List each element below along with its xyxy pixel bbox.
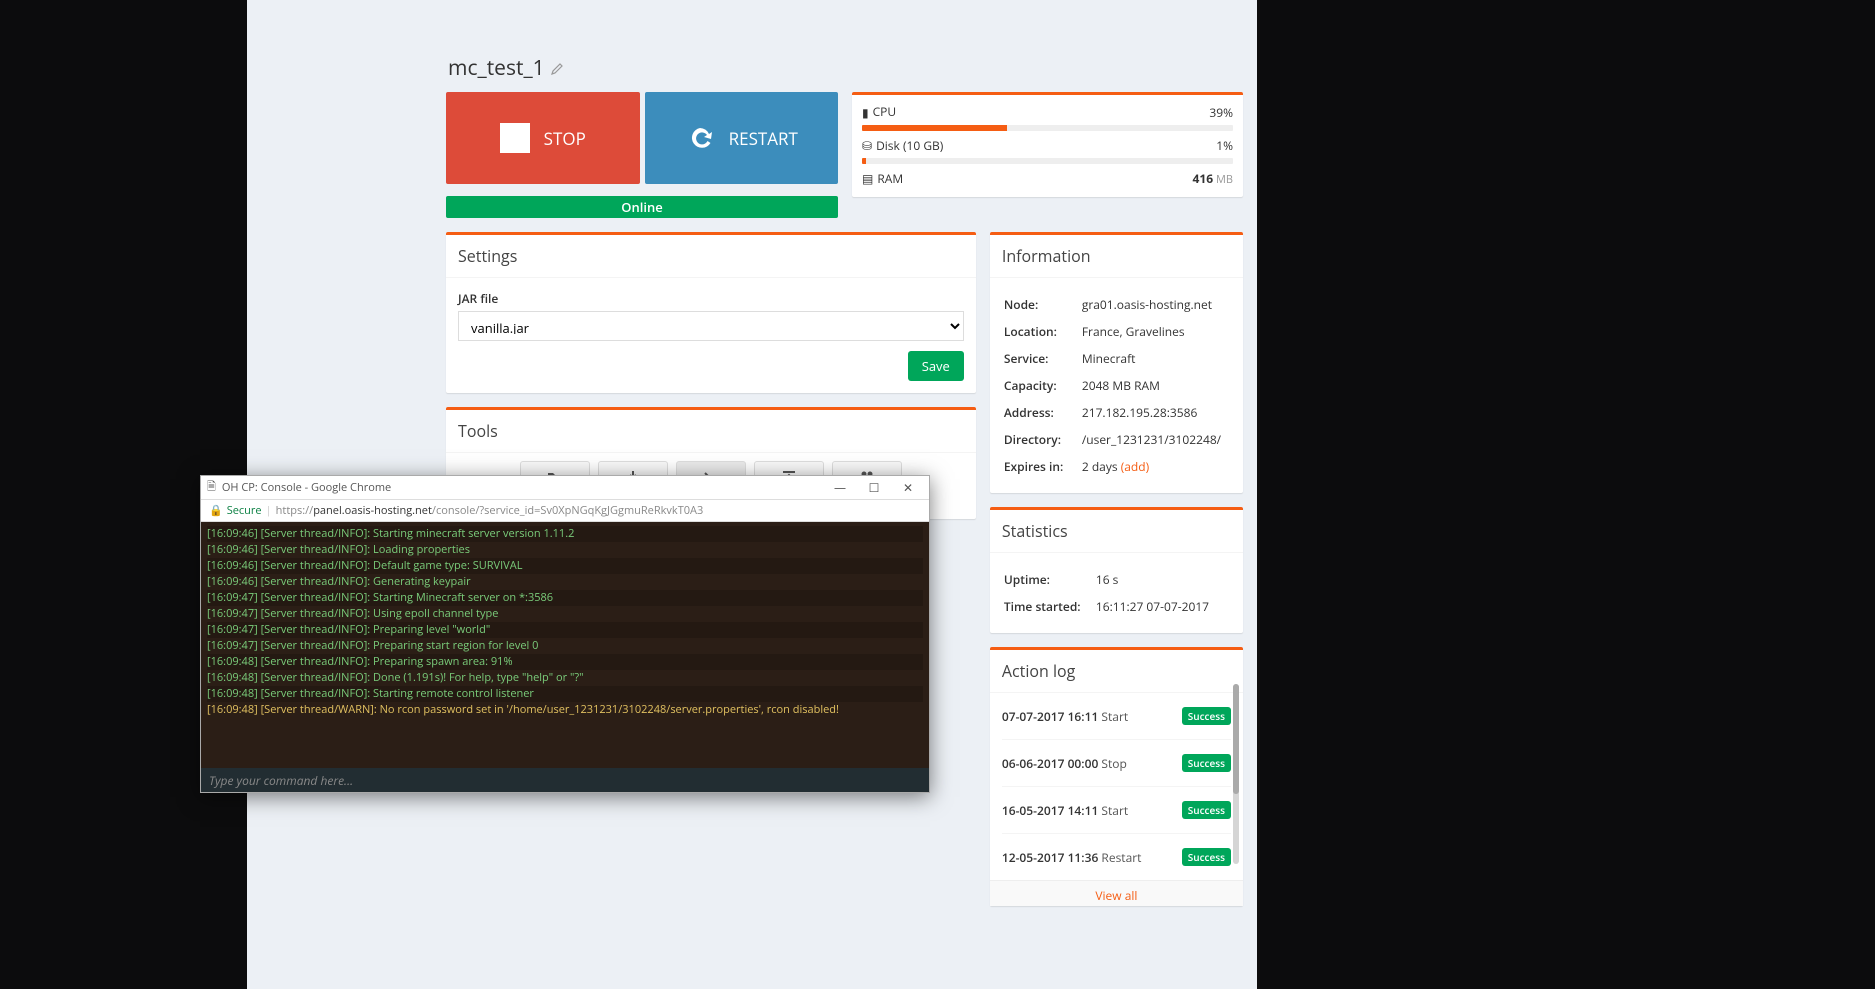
ram-label: ▤RAM [862, 170, 903, 187]
action-log-item[interactable]: 12-05-2017 11:36 RestartSuccess [1002, 834, 1231, 880]
console-line: [16:09:48] [Server thread/INFO]: Prepari… [207, 654, 923, 670]
control-buttons: STOP RESTART [446, 92, 838, 184]
mini-stats-panel: ▮CPU 39% ⛁Disk (10 GB) 1% ▤RAM 416 MB [852, 92, 1243, 197]
info-value: /user_1231231/3102248/ [1082, 427, 1229, 452]
scrollbar-thumb[interactable] [1233, 684, 1239, 794]
cpu-label: ▮CPU [862, 103, 896, 121]
info-key: Expires in: [1004, 454, 1080, 479]
info-value: 2 days (add) [1082, 454, 1229, 479]
action-log-header: Action log [990, 650, 1243, 693]
stat-value: 16:11:27 07-07-2017 [1096, 594, 1229, 619]
statistics-table: Uptime:16 s Time started:16:11:27 07-07-… [1002, 565, 1231, 621]
action-log-item[interactable]: 16-05-2017 14:11 StartSuccess [1002, 787, 1231, 834]
disk-icon: ⛁ [862, 137, 872, 154]
status-online: Online [446, 196, 838, 218]
secure-label: Secure [227, 503, 262, 518]
console-line: [16:09:47] [Server thread/INFO]: Prepari… [207, 638, 923, 654]
edit-icon[interactable] [550, 62, 564, 76]
info-value: France, Gravelines [1082, 319, 1229, 344]
console-line: [16:09:46] [Server thread/INFO]: Generat… [207, 574, 923, 590]
console-line: [16:09:46] [Server thread/INFO]: Default… [207, 558, 923, 574]
statistics-header: Statistics [990, 510, 1243, 553]
info-header: Information [990, 235, 1243, 278]
console-line: [16:09:46] [Server thread/INFO]: Loading… [207, 542, 923, 558]
info-value: 217.182.195.28:3586 [1082, 400, 1229, 425]
refresh-icon [685, 123, 715, 153]
console-line: [16:09:48] [Server thread/INFO]: Done (1… [207, 670, 923, 686]
add-time-link[interactable]: (add) [1121, 458, 1149, 475]
popup-title-bar[interactable]: 🗎 OH CP: Console - Google Chrome — ☐ ✕ [201, 476, 929, 500]
cpu-value: 39% [1209, 104, 1233, 121]
close-button[interactable]: ✕ [893, 478, 923, 498]
stat-key: Uptime: [1004, 567, 1094, 592]
info-value: gra01.oasis-hosting.net [1082, 292, 1229, 317]
info-key: Service: [1004, 346, 1080, 371]
tools-header: Tools [446, 410, 976, 453]
lock-icon: 🔒 [209, 503, 223, 518]
page-icon: 🗎 [207, 478, 216, 497]
console-line: [16:09:47] [Server thread/INFO]: Using e… [207, 606, 923, 622]
info-key: Directory: [1004, 427, 1080, 452]
url-text: https://panel.oasis-hosting.net/console/… [276, 503, 704, 518]
ram-value: 416 MB [1193, 170, 1233, 187]
info-value: Minecraft [1082, 346, 1229, 371]
console-line: [16:09:46] [Server thread/INFO]: Startin… [207, 526, 923, 542]
info-key: Location: [1004, 319, 1080, 344]
stop-label: STOP [544, 127, 586, 150]
disk-value: 1% [1216, 137, 1233, 154]
console-popup-window: 🗎 OH CP: Console - Google Chrome — ☐ ✕ 🔒… [200, 475, 930, 793]
action-log-item[interactable]: 06-06-2017 00:00 StopSuccess [1002, 740, 1231, 787]
url-bar[interactable]: 🔒 Secure | https://panel.oasis-hosting.n… [201, 500, 929, 522]
restart-button[interactable]: RESTART [645, 92, 839, 184]
console-line: [16:09:48] [Server thread/WARN]: No rcon… [207, 702, 923, 718]
minimize-button[interactable]: — [825, 478, 855, 498]
information-box: Information Node:gra01.oasis-hosting.net… [990, 232, 1243, 493]
statistics-box: Statistics Uptime:16 s Time started:16:1… [990, 507, 1243, 633]
info-key: Capacity: [1004, 373, 1080, 398]
restart-label: RESTART [729, 127, 798, 150]
console-output[interactable]: [16:09:46] [Server thread/INFO]: Startin… [201, 522, 929, 768]
info-key: Address: [1004, 400, 1080, 425]
command-placeholder: Type your command here... [209, 772, 353, 789]
settings-header: Settings [446, 235, 976, 278]
stat-key: Time started: [1004, 594, 1094, 619]
console-line: [16:09:48] [Server thread/INFO]: Startin… [207, 686, 923, 702]
info-key: Node: [1004, 292, 1080, 317]
popup-title-text: OH CP: Console - Google Chrome [222, 480, 391, 495]
maximize-button[interactable]: ☐ [859, 478, 889, 498]
save-button[interactable]: Save [908, 351, 964, 381]
view-all-link[interactable]: View all [990, 880, 1243, 906]
ram-icon: ▤ [862, 170, 873, 187]
stop-icon [500, 123, 530, 153]
server-name: mc_test_1 [448, 54, 545, 82]
scrollbar[interactable] [1233, 684, 1239, 864]
action-log-item[interactable]: 07-07-2017 16:11 StartSuccess [1002, 693, 1231, 740]
stat-value: 16 s [1096, 567, 1229, 592]
page-title: mc_test_1 [448, 54, 1243, 82]
console-line: [16:09:47] [Server thread/INFO]: Prepari… [207, 622, 923, 638]
cpu-icon: ▮ [862, 104, 869, 121]
command-input[interactable]: Type your command here... [201, 768, 929, 792]
info-value: 2048 MB RAM [1082, 373, 1229, 398]
info-table: Node:gra01.oasis-hosting.net Location:Fr… [1002, 290, 1231, 481]
stop-button[interactable]: STOP [446, 92, 640, 184]
disk-label: ⛁Disk (10 GB) [862, 137, 943, 154]
jar-label: JAR file [458, 290, 964, 307]
jar-select[interactable]: vanilla.jar [458, 311, 964, 341]
console-line: [16:09:47] [Server thread/INFO]: Startin… [207, 590, 923, 606]
action-log-box: Action log 07-07-2017 16:11 StartSuccess… [990, 647, 1243, 906]
settings-box: Settings JAR file vanilla.jar Save [446, 232, 976, 393]
